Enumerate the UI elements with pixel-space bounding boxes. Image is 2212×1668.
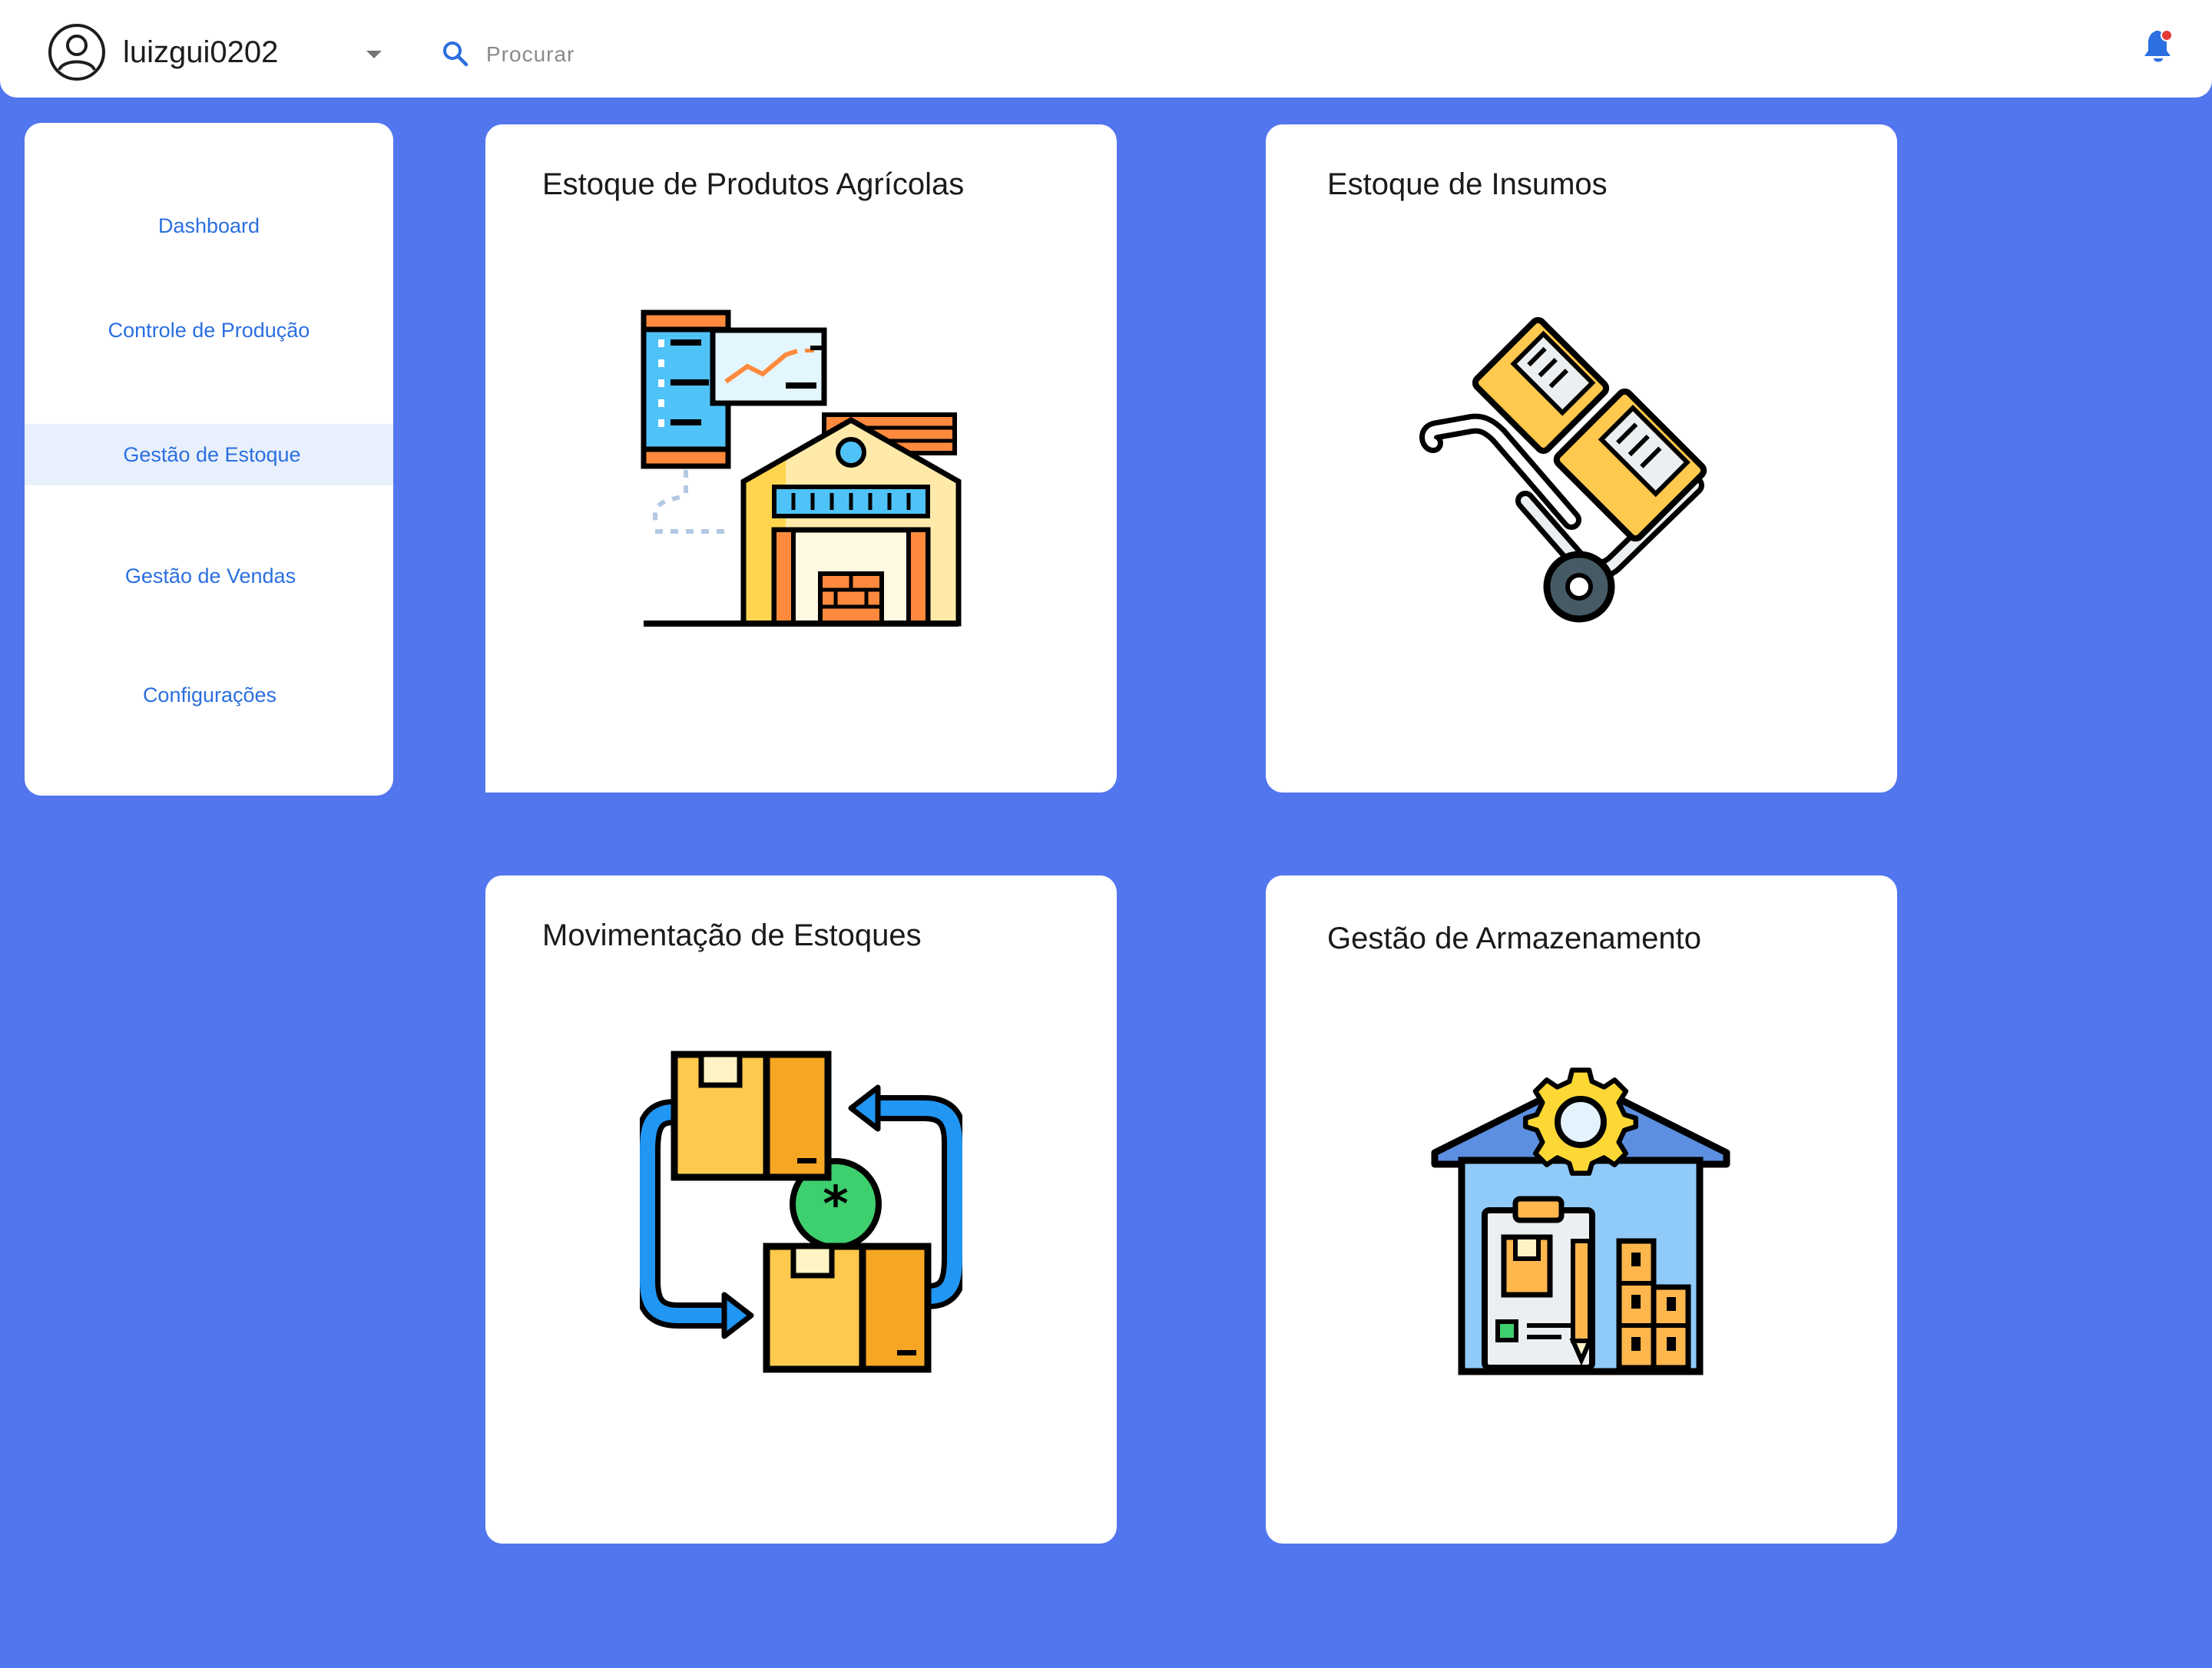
sidebar-item-gestao-vendas[interactable]: Gestão de Vendas [25, 545, 393, 607]
search-input[interactable] [485, 34, 826, 75]
bell-icon[interactable] [2141, 28, 2175, 66]
card-movimentacao-estoques[interactable]: Movimentação de Estoques * [485, 875, 1117, 1544]
card-estoque-insumos[interactable]: Estoque de Insumos [1266, 124, 1897, 793]
sidebar-item-label: Dashboard [157, 213, 260, 237]
card-estoque-produtos-agricolas[interactable]: Estoque de Produtos Agrícolas [485, 124, 1117, 793]
warehouse-analytics-icon [641, 309, 962, 627]
card-title: Estoque de Insumos [1327, 167, 1608, 201]
chevron-down-icon[interactable] [365, 49, 383, 60]
username[interactable]: luizgui0202 [123, 34, 278, 71]
svg-text:*: * [823, 1177, 848, 1233]
sidebar-item-label: Controle de Produção [108, 318, 310, 342]
boxes-exchange-icon: * [640, 1051, 962, 1373]
top-bar: luizgui0202 [0, 0, 2212, 98]
sidebar-item-configuracoes[interactable]: Configurações [25, 664, 393, 726]
sidebar-item-controle-producao[interactable]: Controle de Produção [25, 300, 393, 361]
card-title: Estoque de Produtos Agrícolas [542, 167, 965, 201]
warehouse-gear-icon [1431, 1067, 1730, 1375]
sidebar-item-gestao-estoque[interactable]: Gestão de Estoque [25, 424, 393, 485]
search-icon[interactable] [442, 40, 469, 68]
card-gestao-armazenamento[interactable]: Gestão de Armazenamento [1266, 875, 1897, 1544]
search-box [442, 34, 826, 75]
notification-dot [2161, 29, 2173, 41]
sidebar-item-label: Gestão de Estoque [123, 442, 301, 466]
card-title: Gestão de Armazenamento [1327, 922, 1701, 955]
sidebar-item-label: Configurações [142, 683, 277, 707]
sidebar: Dashboard Controle de Produção Gestão de… [25, 123, 393, 796]
sidebar-item-label: Gestão de Vendas [124, 564, 296, 587]
card-title: Movimentação de Estoques [542, 918, 922, 952]
sidebar-item-dashboard[interactable]: Dashboard [25, 195, 393, 256]
hand-truck-boxes-icon [1419, 316, 1707, 623]
user-avatar-icon[interactable] [48, 23, 106, 81]
